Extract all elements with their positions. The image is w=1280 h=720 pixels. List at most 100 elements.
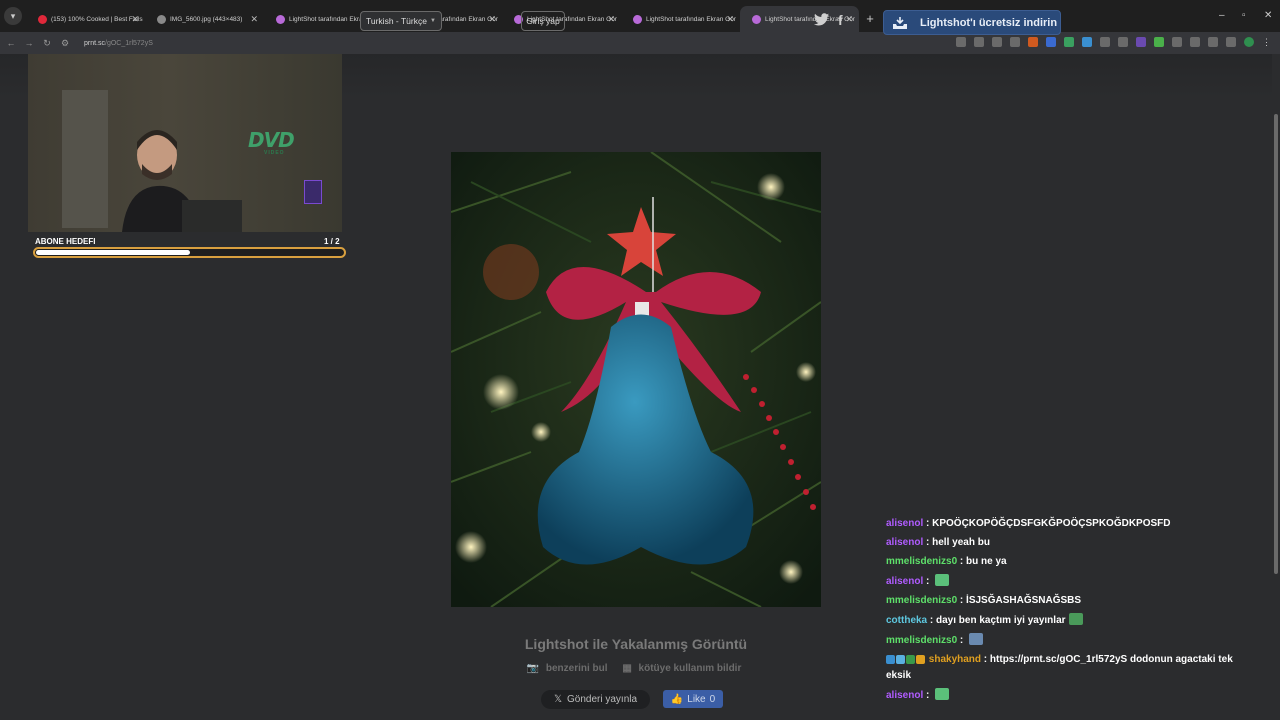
chat-username: alisenol (886, 537, 924, 548)
scrollbar-thumb[interactable] (1274, 114, 1278, 574)
tab-close-icon[interactable]: ✕ (488, 14, 496, 25)
report-label: kötüye kullanım bildir (638, 663, 742, 674)
chat-text: hell yeah bu (932, 537, 990, 548)
tab-label: LightShot tarafından Ekran Gör (646, 15, 736, 23)
extension-icon[interactable] (1046, 37, 1056, 47)
browser-tab[interactable]: IMG_5600.jpg (443×483) ✕ (145, 6, 264, 32)
chat-message: alisenol : hell yeah bu (886, 537, 990, 548)
tab-label: IMG_5600.jpg (443×483) (170, 15, 243, 23)
light-fixture (304, 180, 322, 204)
chat-overlay: alisenol : KPOÖÇKOPÖĞÇDSFGKĞPOÖÇSPKOĞDKP… (886, 517, 1246, 708)
cast-icon[interactable] (956, 37, 966, 47)
zoom-icon[interactable] (974, 37, 984, 47)
chat-message: alisenol : (886, 688, 1246, 703)
chat-message: shakyhand : https://prnt.sc/gOC_1rl572yS… (886, 654, 1233, 681)
site-info-icon[interactable]: ⚙ (58, 38, 72, 49)
eye-off-icon[interactable] (992, 37, 1002, 47)
download-label: Lightshot'ı ücretsiz indirin (920, 16, 1058, 29)
goal-progress-bar (33, 247, 346, 258)
back-icon[interactable]: ← (4, 38, 18, 48)
chat-text: dayı ben kaçtım iyi yayınlar (936, 615, 1066, 626)
restore-icon[interactable]: ▫ (1242, 10, 1246, 21)
chat-text: KPOÖÇKOPÖĞÇDSFGKĞPOÖÇSPKOĞDKPOSFD (932, 518, 1171, 529)
chevron-down-icon: ▼ (430, 18, 436, 24)
chat-message: mmelisdenizs0 : İSJSĞASHAĞSNAĞSBS (886, 595, 1082, 606)
background-door (62, 90, 108, 228)
chat-message: cottheka : dayı ben kaçtım iyi yayınlar (886, 613, 1246, 628)
puzzle-icon[interactable] (1208, 37, 1218, 47)
browser-tab[interactable]: LightShot tarafından Ekran Gör✕ (621, 6, 740, 32)
thumbs-up-icon: 👍 (670, 693, 684, 705)
extension-icon[interactable] (1028, 37, 1038, 47)
chat-emote-icon (1068, 613, 1083, 625)
dvd-logo-sub: VIDEO (264, 150, 285, 156)
download-app-icon (893, 16, 907, 29)
report-link[interactable]: ▦ kötüye kullanım bildir (622, 663, 745, 674)
reload-icon[interactable]: ↻ (40, 38, 54, 49)
extension-icon[interactable] (1226, 37, 1236, 47)
chat-username: mmelisdenizs0 (886, 595, 958, 606)
tab-close-icon[interactable]: ✕ (726, 14, 734, 25)
chat-message: mmelisdenizs0 : bu ne ya (886, 556, 1007, 567)
scrollbar[interactable] (1272, 54, 1280, 720)
image-caption: Lightshot ile Yakalanmış Görüntü (524, 636, 748, 652)
tab-search-icon[interactable]: ▾ (4, 7, 22, 25)
chat-username: mmelisdenizs0 (886, 635, 958, 646)
post-on-x-button[interactable]: 𝕏 Gönderi yayınla (541, 690, 650, 709)
find-similar-label: benzerini bul (545, 663, 608, 674)
language-select[interactable]: Turkish - Türkçe ▼ (360, 11, 442, 31)
new-tab-button[interactable]: + (859, 7, 881, 29)
profile-avatar[interactable] (1244, 37, 1254, 47)
twitter-icon[interactable] (814, 13, 829, 26)
language-label: Turkish - Türkçe (366, 16, 427, 26)
facebook-like-button[interactable]: 👍 Like 0 (663, 690, 723, 708)
tab-close-icon[interactable]: ✕ (845, 14, 853, 25)
like-count: 0 (709, 693, 716, 705)
facebook-icon[interactable]: f (838, 12, 843, 28)
goal-count: 1 / 2 (324, 237, 340, 246)
chat-badge-icon (906, 655, 915, 664)
star-icon[interactable] (1010, 37, 1020, 47)
extension-icon[interactable] (1082, 37, 1092, 47)
chat-badges (886, 655, 926, 669)
goal-progress-fill (36, 250, 190, 255)
post-label: Gönderi yayınla (567, 694, 638, 705)
chat-message: alisenol : (886, 574, 1246, 589)
chat-username: mmelisdenizs0 (886, 556, 958, 567)
tab-close-icon[interactable]: ✕ (131, 14, 139, 25)
url-field[interactable]: prnt.sc/gOC_1rl572yS (84, 40, 153, 47)
forward-icon[interactable]: → (22, 38, 36, 48)
screenshot-image[interactable] (451, 152, 821, 607)
lightshot-icon (276, 14, 285, 24)
goal-label: ABONE HEDEFI (35, 237, 96, 246)
browser-tab[interactable]: (153) 100% Cooked | Best Fails ✕ (26, 6, 145, 32)
image-actions: 📷 benzerini bul ▦ kötüye kullanım bildir (451, 663, 821, 674)
tab-close-icon[interactable]: ✕ (607, 14, 615, 25)
address-bar: ← → ↻ ⚙ prnt.sc/gOC_1rl572yS ⋮ (0, 32, 1280, 54)
login-button[interactable]: Giriş yap (521, 11, 565, 31)
download-button[interactable]: Lightshot'ı ücretsiz indirin (883, 10, 1061, 35)
tab-close-icon[interactable]: ✕ (250, 14, 258, 25)
chat-message: mmelisdenizs0 : (886, 633, 1246, 648)
chat-emote-icon (935, 688, 950, 700)
chat-message: alisenol : KPOÖÇKOPÖĞÇDSFGKĞPOÖÇSPKOĞDKP… (886, 518, 1171, 529)
extension-icon[interactable] (1064, 37, 1074, 47)
extension-icon[interactable] (1118, 37, 1128, 47)
chat-username: cottheka (886, 615, 928, 626)
extension-icon[interactable] (1154, 37, 1164, 47)
extension-icon[interactable] (1190, 37, 1200, 47)
minimize-icon[interactable]: – (1219, 10, 1225, 21)
extension-icon[interactable] (1172, 37, 1182, 47)
extension-icons: ⋮ (956, 37, 1272, 47)
extension-icon[interactable] (1100, 37, 1110, 47)
find-similar-link[interactable]: 📷 benzerini bul (527, 663, 612, 674)
streamer-figure (122, 130, 242, 232)
extension-icon[interactable] (1136, 37, 1146, 47)
dvd-logo: DVD (248, 128, 295, 152)
menu-icon[interactable]: ⋮ (1262, 37, 1272, 47)
close-window-icon[interactable]: ✕ (1264, 10, 1272, 21)
globe-icon (157, 14, 166, 24)
chat-badge-icon (916, 655, 925, 664)
chat-emote-icon (969, 633, 984, 645)
chat-badge-icon (896, 655, 905, 664)
